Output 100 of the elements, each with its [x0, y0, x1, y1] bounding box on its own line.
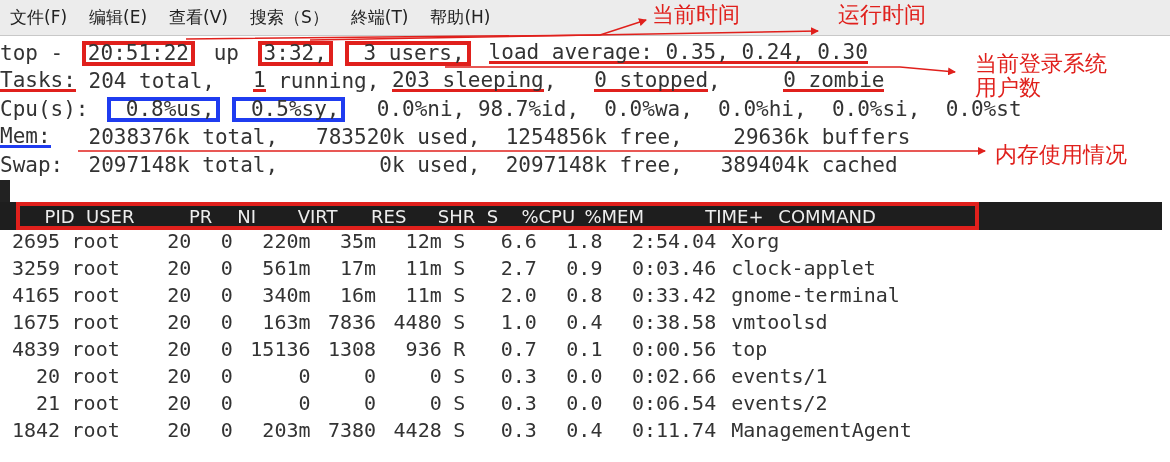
terminal-text: ,: [708, 70, 722, 92]
table-cell-text: 2:54.04: [630, 228, 717, 255]
table-cell-text: vmtoolsd: [730, 309, 829, 336]
table-cell-text: 0:00.56: [630, 336, 717, 363]
table-cell-text: 0: [219, 255, 233, 282]
table-cell-text: 2.0: [499, 282, 537, 309]
table-cell-text: 0: [219, 390, 233, 417]
terminal-text: 1: [252, 70, 266, 92]
table-cell-text: S: [452, 390, 467, 417]
table-cell: 4165: [12, 282, 61, 309]
table-cell-text: 0:33.42: [630, 282, 717, 309]
table-cell-text: 17m: [339, 255, 377, 282]
table-cell-text: 220m: [261, 228, 311, 255]
column-header: PID: [43, 205, 75, 227]
table-cell-text: 340m: [261, 282, 311, 309]
table-cell-text: 163m: [261, 309, 311, 336]
annotation-label: 内存使用情况: [995, 142, 1127, 168]
table-cell-text: 0: [219, 363, 233, 390]
table-cell-text: 0: [363, 363, 377, 390]
table-cell-text: 0: [219, 282, 233, 309]
table-cell-text: 20: [166, 255, 192, 282]
table-cell-text: Xorg: [730, 228, 781, 255]
table-cell-text: S: [452, 282, 467, 309]
table-cell-text: 1.8: [565, 228, 603, 255]
table-cell-text: 20: [166, 282, 192, 309]
column-header: SHR: [436, 205, 476, 227]
table-cell-text: S: [452, 228, 467, 255]
table-cell-text: 20: [166, 363, 192, 390]
annotation-label: 运行时间: [838, 2, 926, 28]
table-cell-text: 11m: [404, 282, 442, 309]
table-cell-text: 0: [219, 336, 233, 363]
table-cell-text: 4428: [392, 417, 442, 444]
terminal-text: 0 stopped: [594, 70, 709, 92]
table-cell-text: 0:38.58: [630, 309, 717, 336]
table-cell-text: root: [70, 336, 121, 363]
table-cell-text: 0.4: [565, 417, 603, 444]
menu-item[interactable]: 编辑(E): [89, 6, 148, 29]
terminal-text: load average: 0.35, 0.24, 0.30: [488, 42, 868, 64]
menu-item[interactable]: 帮助(H): [430, 6, 491, 29]
menu-item[interactable]: 查看(V): [169, 6, 228, 29]
table-cell-text: 1.0: [499, 309, 537, 336]
table-cell-text: 0.4: [565, 309, 603, 336]
table-cell-text: 0.1: [565, 336, 603, 363]
menu-item[interactable]: 搜索（S）: [249, 6, 329, 29]
table-cell-text: root: [70, 309, 121, 336]
table-cell-text: 7380: [326, 417, 377, 444]
table-cell: 4839: [12, 336, 61, 363]
menu-item[interactable]: 文件(F): [10, 6, 68, 29]
annotation-label: 当前登录系统用户数: [975, 52, 1108, 100]
table-cell-text: 0: [219, 228, 233, 255]
terminal-text: 204 total,: [87, 70, 216, 92]
terminal-text: 0.8%us,: [107, 96, 221, 122]
table-cell-text: ManagementAgent: [730, 417, 913, 444]
table-cell-text: clock-applet: [730, 255, 877, 282]
table-cell-text: 203m: [261, 417, 311, 444]
table-cell-text: gnome-terminal: [730, 282, 901, 309]
terminal-text: Tasks:: [0, 70, 76, 92]
terminal-text: running,: [277, 70, 381, 92]
column-header: USER: [84, 205, 136, 227]
column-header: %CPU: [520, 205, 576, 227]
table-cell-text: 21: [35, 390, 61, 417]
table-cell-text: events/1: [730, 363, 829, 390]
table-cell-text: root: [70, 390, 121, 417]
table-cell-text: root: [70, 363, 121, 390]
annotation-label: 当前时间: [652, 2, 740, 28]
table-cell-text: S: [452, 363, 467, 390]
table-cell-text: top: [730, 336, 769, 363]
table-cell-text: 20: [35, 363, 61, 390]
table-cell-text: 6.6: [499, 228, 537, 255]
table-cell-text: 11m: [404, 255, 442, 282]
terminal-text: Cpu(s):: [0, 98, 90, 120]
table-cell-text: 0.3: [499, 363, 537, 390]
table-cell-text: 20: [166, 336, 192, 363]
table-cell-text: root: [70, 228, 121, 255]
table-cell-text: 0: [428, 390, 442, 417]
table-cell: 3259: [12, 255, 61, 282]
table-cell-text: 0:11.74: [630, 417, 717, 444]
menu-item[interactable]: 終端(T): [350, 6, 409, 29]
table-cell: 2695: [12, 228, 61, 255]
table-cell-text: 0:06.54: [630, 390, 717, 417]
table-cell-text: 0: [297, 363, 311, 390]
table-cell-text: 0: [219, 417, 233, 444]
terminal-text: top -: [0, 42, 65, 64]
table-cell: 1675: [12, 309, 61, 336]
column-header: NI: [236, 205, 256, 227]
terminal-text: 2038376k total, 783520k used, 1254856k free, 29636k buffers: [87, 126, 911, 148]
terminal-text: ,: [543, 70, 558, 92]
table-cell-text: 0.8: [565, 282, 603, 309]
table-cell-text: 0.0: [565, 363, 603, 390]
table-cell-text: 35m: [339, 228, 377, 255]
column-header: PR: [187, 205, 213, 227]
table-cell-text: 1308: [326, 336, 377, 363]
table-cell-text: 2.7: [499, 255, 537, 282]
terminal-text: up: [212, 42, 240, 64]
table-cell-text: 20: [166, 228, 192, 255]
column-header: RES: [370, 205, 407, 227]
terminal-text: 3 users,: [344, 40, 471, 66]
column-header: %MEM: [583, 205, 644, 227]
terminal-text: 0 zombie: [783, 70, 885, 92]
table-cell-text: 561m: [261, 255, 311, 282]
